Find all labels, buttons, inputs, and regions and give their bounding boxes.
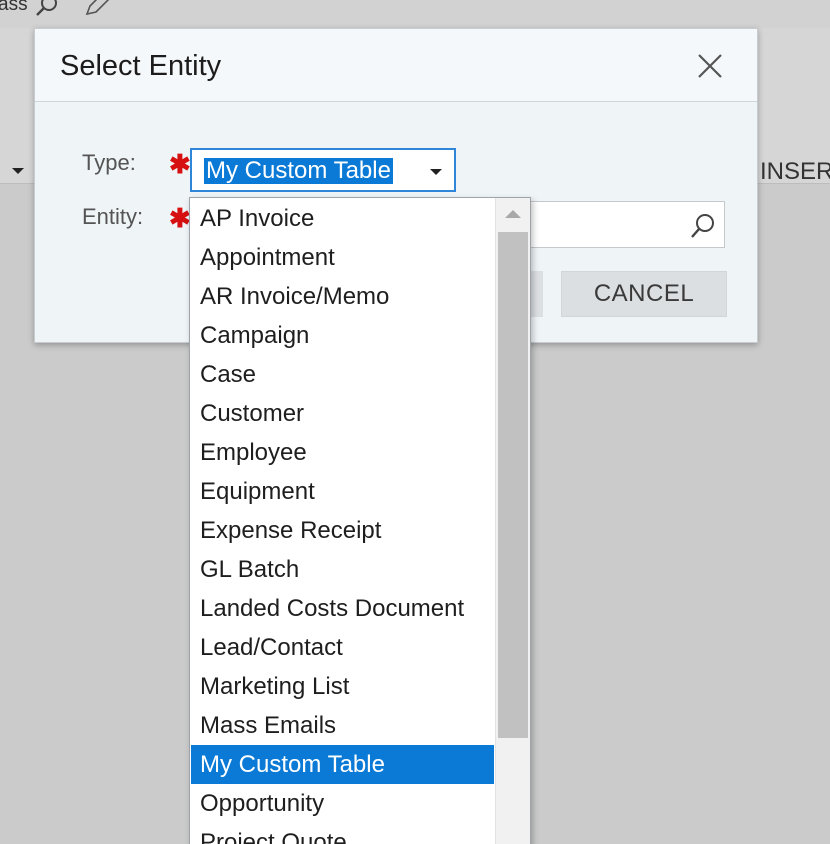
entity-required-asterisk: ✱ xyxy=(169,203,191,233)
chevron-down-icon[interactable] xyxy=(12,168,24,174)
list-item[interactable]: Customer xyxy=(191,394,494,433)
scroll-up-arrow-icon[interactable] xyxy=(505,210,521,218)
dropdown-scrollbar[interactable] xyxy=(495,198,530,844)
search-icon[interactable] xyxy=(689,212,717,240)
list-item[interactable]: Case xyxy=(191,355,494,394)
list-item[interactable]: AP Invoice xyxy=(191,199,494,238)
background-partial-title: ass xyxy=(0,0,28,15)
background-toolbar: ass xyxy=(0,0,830,28)
chevron-down-icon[interactable] xyxy=(430,169,442,175)
list-item[interactable]: AR Invoice/Memo xyxy=(191,277,494,316)
type-select[interactable]: My Custom Table xyxy=(190,148,456,192)
dialog-header: Select Entity xyxy=(35,29,757,102)
list-item[interactable]: Marketing List xyxy=(191,667,494,706)
scrollbar-thumb[interactable] xyxy=(498,232,528,738)
list-item[interactable]: Employee xyxy=(191,433,494,472)
entity-label: Entity: xyxy=(82,204,144,229)
list-item[interactable]: Mass Emails xyxy=(191,706,494,745)
list-item-selected[interactable]: My Custom Table xyxy=(191,745,494,784)
list-item[interactable]: Landed Costs Document xyxy=(191,589,494,628)
list-item[interactable]: Equipment xyxy=(191,472,494,511)
list-item[interactable]: Project Quote xyxy=(191,823,494,844)
list-item[interactable]: Opportunity xyxy=(191,784,494,823)
cancel-button[interactable]: CANCEL xyxy=(561,271,727,317)
type-dropdown-list: AP Invoice Appointment AR Invoice/Memo C… xyxy=(189,197,531,844)
list-item[interactable]: Expense Receipt xyxy=(191,511,494,550)
dialog-title: Select Entity xyxy=(60,50,222,82)
type-select-value: My Custom Table xyxy=(204,157,393,184)
insert-button-label[interactable]: INSERT xyxy=(760,158,830,186)
close-icon[interactable] xyxy=(695,51,725,81)
pencil-icon[interactable] xyxy=(84,0,112,16)
list-item[interactable]: GL Batch xyxy=(191,550,494,589)
type-required-asterisk: ✱ xyxy=(169,149,191,179)
list-item[interactable]: Appointment xyxy=(191,238,494,277)
search-icon[interactable] xyxy=(34,0,62,18)
type-label: Type: xyxy=(82,150,136,175)
list-item[interactable]: Campaign xyxy=(191,316,494,355)
list-item[interactable]: Lead/Contact xyxy=(191,628,494,667)
